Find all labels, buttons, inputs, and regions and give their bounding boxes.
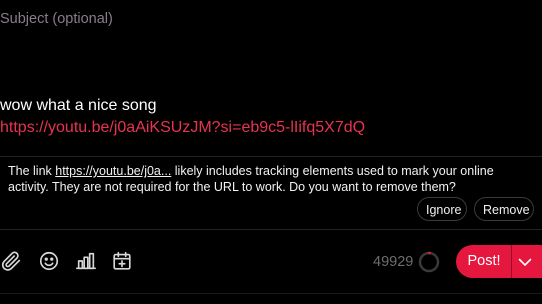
paperclip-icon[interactable] — [0, 250, 22, 272]
remove-button[interactable]: Remove — [474, 197, 534, 221]
chevron-down-icon[interactable] — [517, 254, 533, 270]
ignore-button[interactable]: Ignore — [417, 197, 467, 221]
post-button-separator — [511, 245, 512, 278]
post-button[interactable]: Post! — [456, 245, 512, 278]
smiley-icon[interactable] — [38, 250, 60, 272]
tracking-notice-prefix: The link — [8, 164, 56, 178]
calendar-icon[interactable] — [111, 250, 133, 272]
divider — [0, 156, 542, 157]
divider — [0, 293, 542, 294]
post-button-group: Post! — [456, 245, 542, 278]
divider — [0, 229, 542, 230]
character-count: 49929 — [373, 254, 414, 270]
subject-input[interactable]: Subject (optional) — [0, 11, 113, 27]
poll-icon[interactable] — [75, 250, 97, 272]
tracking-notice-link[interactable]: https://youtu.be/j0a... — [55, 164, 171, 178]
character-progress-ring — [418, 251, 440, 273]
tracking-notice: The link https://youtu.be/j0a... likely … — [8, 164, 528, 195]
compose-link-line: https://youtu.be/j0aAiKSUzJM?si=eb9c5-lI… — [0, 119, 366, 136]
compose-textarea[interactable]: wow what a nice song https://youtu.be/j0… — [0, 95, 365, 139]
compose-text-line: wow what a nice song — [0, 97, 157, 114]
